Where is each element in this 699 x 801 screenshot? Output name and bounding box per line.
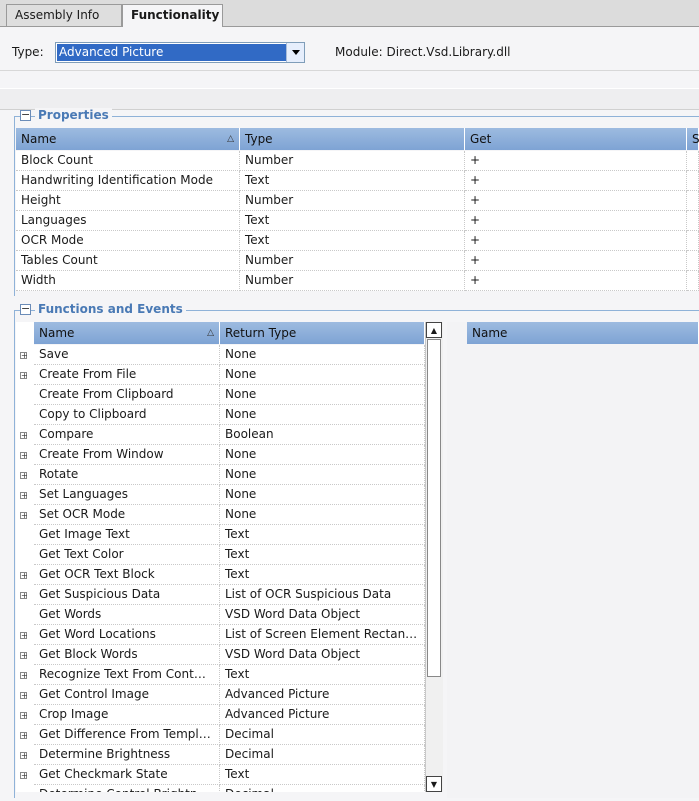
details-col-name[interactable]: Name — [467, 322, 699, 344]
expand-icon[interactable]: + — [20, 592, 28, 600]
expand-icon[interactable]: + — [20, 372, 28, 380]
function-return-cell[interactable]: None — [220, 445, 425, 465]
function-name-cell[interactable]: Create From Clipboard — [34, 385, 220, 405]
function-return-cell[interactable]: None — [220, 365, 425, 385]
expand-icon[interactable]: + — [20, 472, 28, 480]
function-return-cell[interactable]: None — [220, 465, 425, 485]
functions-scrollbar[interactable]: ▲ ▼ — [425, 322, 443, 792]
function-return-cell[interactable]: Decimal — [220, 745, 425, 765]
expand-icon[interactable]: + — [20, 432, 28, 440]
function-name-cell[interactable]: Create From File — [34, 365, 220, 385]
function-name-cell[interactable]: Get Difference From Templ… — [34, 725, 220, 745]
function-return-cell[interactable]: None — [220, 345, 425, 365]
expand-icon[interactable]: + — [20, 772, 28, 780]
function-return-cell[interactable]: Text — [220, 765, 425, 785]
function-name-cell[interactable]: Get Checkmark State — [34, 765, 220, 785]
function-return-cell[interactable]: VSD Word Data Object — [220, 645, 425, 665]
function-return-cell[interactable]: Text — [220, 545, 425, 565]
expand-icon[interactable]: + — [20, 732, 28, 740]
function-name-cell[interactable]: Determine Brightness — [34, 745, 220, 765]
function-return-cell[interactable]: Text — [220, 665, 425, 685]
expand-icon[interactable]: + — [20, 452, 28, 460]
function-name-cell[interactable]: Get Word Locations — [34, 625, 220, 645]
expand-icon[interactable]: + — [20, 652, 28, 660]
expand-icon[interactable]: + — [20, 692, 28, 700]
function-return-cell[interactable]: List of OCR Suspicious Data — [220, 585, 425, 605]
scroll-up-icon[interactable]: ▲ — [426, 322, 442, 338]
function-name-cell[interactable]: Create From Window — [34, 445, 220, 465]
function-return-cell[interactable]: Decimal — [220, 785, 425, 792]
expand-icon[interactable]: + — [20, 492, 28, 500]
function-return-cell[interactable]: None — [220, 485, 425, 505]
function-name-cell[interactable]: Get Text Color — [34, 545, 220, 565]
function-name-cell[interactable]: Get Words — [34, 605, 220, 625]
scroll-down-icon[interactable]: ▼ — [426, 776, 442, 792]
expand-icon[interactable]: + — [20, 352, 28, 360]
expand-icon[interactable]: + — [20, 572, 28, 580]
function-name-cell[interactable]: Save — [34, 345, 220, 365]
function-name-cell[interactable]: Copy to Clipboard — [34, 405, 220, 425]
function-name-cell[interactable]: Crop Image — [34, 705, 220, 725]
expand-icon[interactable]: + — [20, 712, 28, 720]
function-name-cell[interactable]: Set Languages — [34, 485, 220, 505]
function-return-cell[interactable]: Advanced Picture — [220, 685, 425, 705]
function-name-cell[interactable]: Get Image Text — [34, 525, 220, 545]
function-return-cell[interactable]: Text — [220, 565, 425, 585]
function-return-cell[interactable]: Advanced Picture — [220, 705, 425, 725]
expand-icon[interactable]: + — [20, 752, 28, 760]
function-return-cell[interactable]: None — [220, 405, 425, 425]
function-return-cell[interactable]: None — [220, 505, 425, 525]
expand-icon[interactable]: + — [20, 672, 28, 680]
function-name-cell[interactable]: Set OCR Mode — [34, 505, 220, 525]
expand-icon[interactable]: + — [20, 512, 28, 520]
function-name-cell[interactable]: Determine Control Brightn… — [34, 785, 220, 792]
function-name-cell[interactable]: Get Suspicious Data — [34, 585, 220, 605]
function-return-cell[interactable]: Decimal — [220, 725, 425, 745]
function-return-cell[interactable]: Boolean — [220, 425, 425, 445]
function-return-cell[interactable]: List of Screen Element Rectan… — [220, 625, 425, 645]
function-return-cell[interactable]: None — [220, 385, 425, 405]
tab-functionality[interactable]: Functionality — [122, 4, 223, 27]
details-pane — [447, 322, 699, 798]
function-name-cell[interactable]: Recognize Text From Cont… — [34, 665, 220, 685]
function-name-cell[interactable]: Rotate — [34, 465, 220, 485]
scroll-thumb[interactable] — [427, 339, 441, 677]
function-return-cell[interactable]: Text — [220, 525, 425, 545]
function-return-cell[interactable]: VSD Word Data Object — [220, 605, 425, 625]
function-name-cell[interactable]: Get Control Image — [34, 685, 220, 705]
expand-icon[interactable]: + — [20, 632, 28, 640]
function-name-cell[interactable]: Compare — [34, 425, 220, 445]
function-name-cell[interactable]: Get Block Words — [34, 645, 220, 665]
function-name-cell[interactable]: Get OCR Text Block — [34, 565, 220, 585]
